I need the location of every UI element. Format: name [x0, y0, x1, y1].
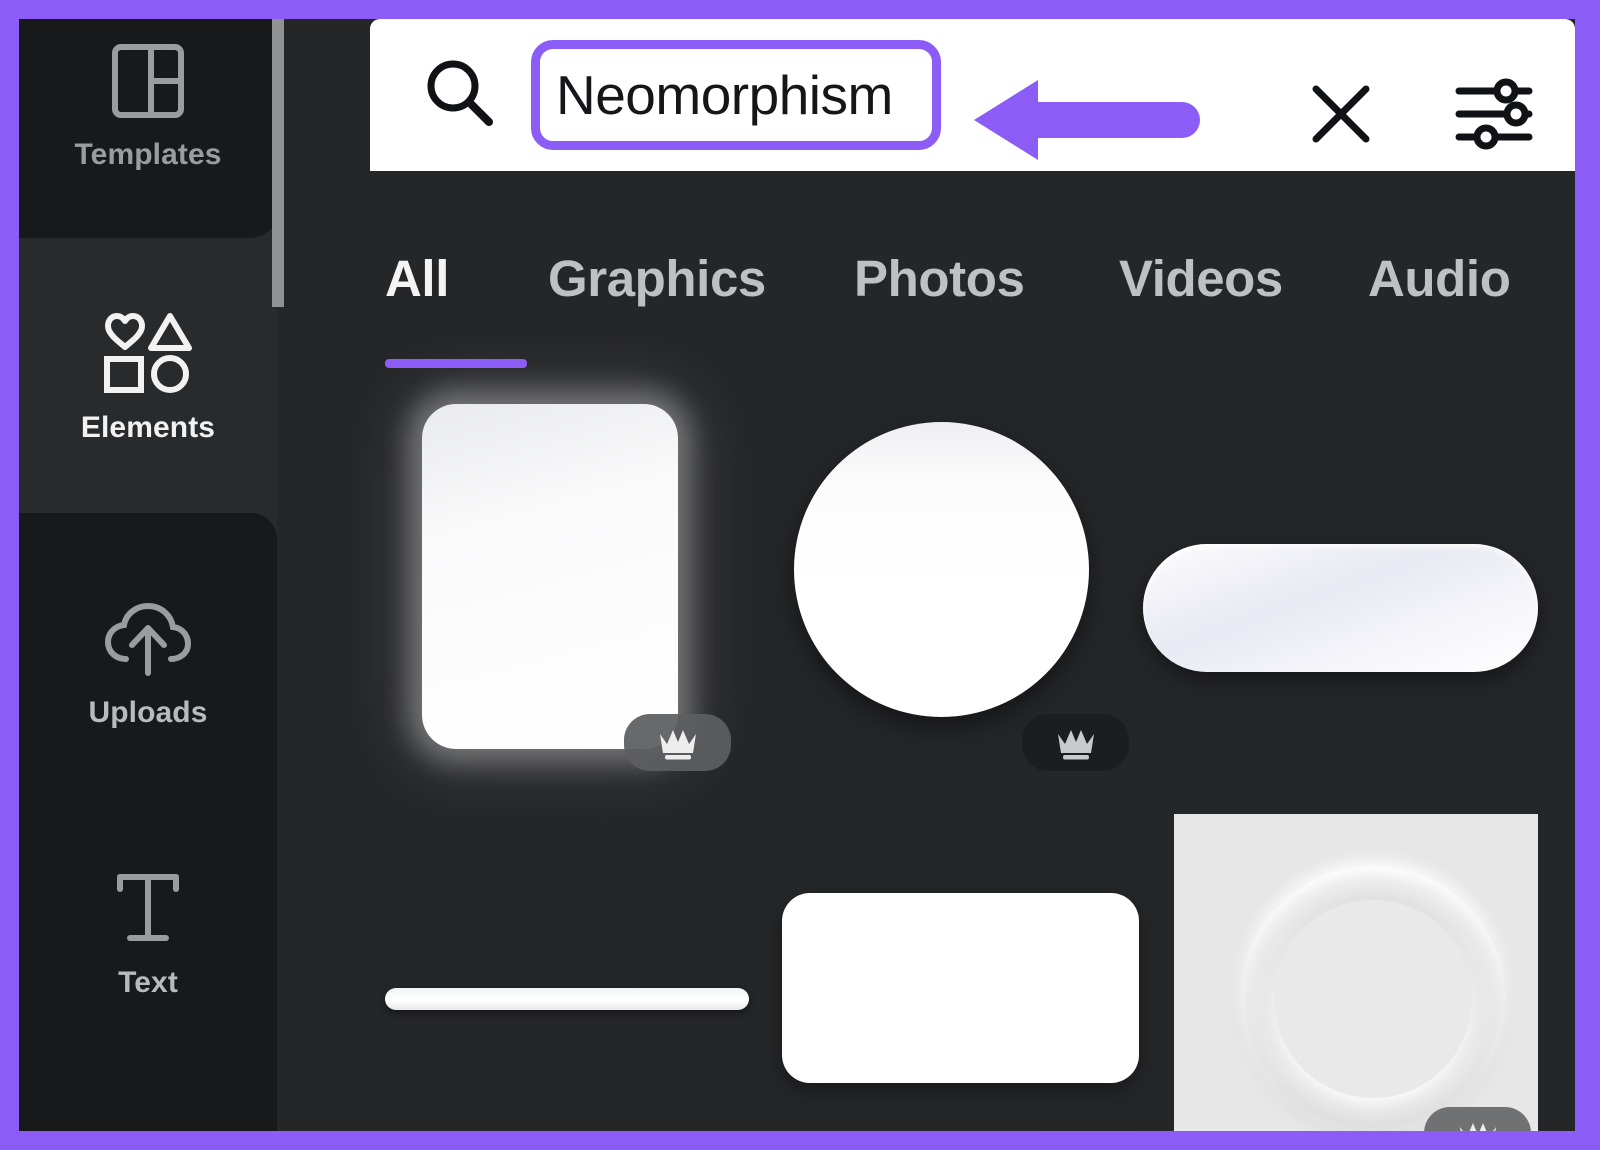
result-item-plate-tile[interactable] — [1174, 814, 1538, 1131]
result-category-tabs: All Graphics Photos Videos Audio — [370, 249, 1575, 379]
filter-sliders-icon[interactable] — [1454, 75, 1534, 158]
close-x-icon[interactable] — [1306, 79, 1376, 154]
result-item-circle[interactable] — [794, 422, 1089, 717]
canva-editor-window: Templates Elements Uploads Text All Grap… — [19, 19, 1575, 1131]
search-bar: Neomorphism — [370, 19, 1575, 171]
tab-graphics[interactable]: Graphics — [548, 249, 766, 308]
search-input[interactable]: Neomorphism — [556, 63, 893, 127]
active-tab-underline — [385, 359, 527, 368]
crown-icon — [1082, 1130, 1093, 1131]
result-item-capsule[interactable] — [1143, 544, 1538, 672]
crown-icon — [1459, 1122, 1496, 1131]
tab-photos[interactable]: Photos — [854, 249, 1025, 308]
crown-icon — [659, 729, 696, 759]
tab-audio[interactable]: Audio — [1368, 249, 1511, 308]
pro-badge-plate-tile[interactable] — [1424, 1107, 1531, 1131]
pro-badge-rounded-rect[interactable] — [624, 714, 731, 771]
search-input-highlight[interactable]: Neomorphism — [531, 40, 941, 150]
plate-inner — [1274, 900, 1472, 1098]
pro-badge-circle[interactable] — [1022, 714, 1129, 771]
result-item-slider-bar[interactable] — [385, 988, 749, 1010]
results-grid — [19, 19, 1575, 1131]
tab-videos[interactable]: Videos — [1119, 249, 1283, 308]
search-icon[interactable] — [421, 55, 497, 136]
result-item-white-card[interactable] — [782, 893, 1139, 1083]
annotation-frame: Templates Elements Uploads Text All Grap… — [0, 0, 1600, 1150]
result-item-rounded-rect[interactable] — [422, 404, 678, 749]
crown-icon — [1057, 729, 1094, 759]
tab-all[interactable]: All — [385, 249, 449, 308]
pro-badge-white-card[interactable] — [1034, 1115, 1141, 1131]
